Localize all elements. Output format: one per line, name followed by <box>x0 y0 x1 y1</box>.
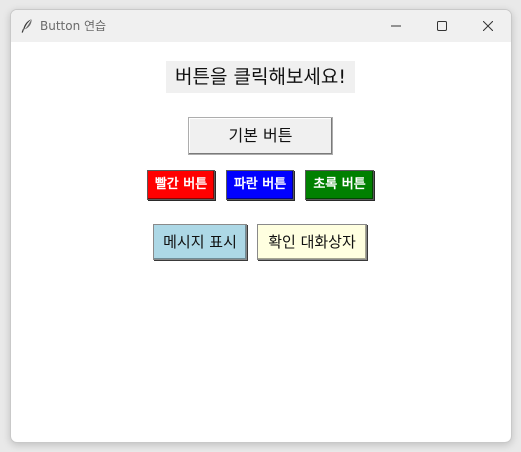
window-title: Button 연습 <box>40 19 107 33</box>
minimize-button[interactable] <box>373 10 419 42</box>
app-window: Button 연습 버튼을 클릭해보세요! 기본 버튼 빨간 버튼 파란 버튼 … <box>10 9 512 443</box>
title-bar[interactable]: Button 연습 <box>11 10 511 42</box>
page-heading: 버튼을 클릭해보세요! <box>166 61 355 93</box>
maximize-icon <box>437 21 447 31</box>
minimize-icon <box>391 25 401 27</box>
close-button[interactable] <box>465 10 511 42</box>
default-button[interactable]: 기본 버튼 <box>188 117 333 155</box>
green-button[interactable]: 초록 버튼 <box>305 170 374 200</box>
confirm-dialog-button[interactable]: 확인 대화상자 <box>257 224 367 260</box>
blue-button[interactable]: 파란 버튼 <box>226 170 294 200</box>
show-message-button[interactable]: 메시지 표시 <box>153 224 247 260</box>
red-button[interactable]: 빨간 버튼 <box>147 170 215 200</box>
feather-icon <box>20 18 34 34</box>
close-icon <box>483 21 493 31</box>
maximize-button[interactable] <box>419 10 465 42</box>
